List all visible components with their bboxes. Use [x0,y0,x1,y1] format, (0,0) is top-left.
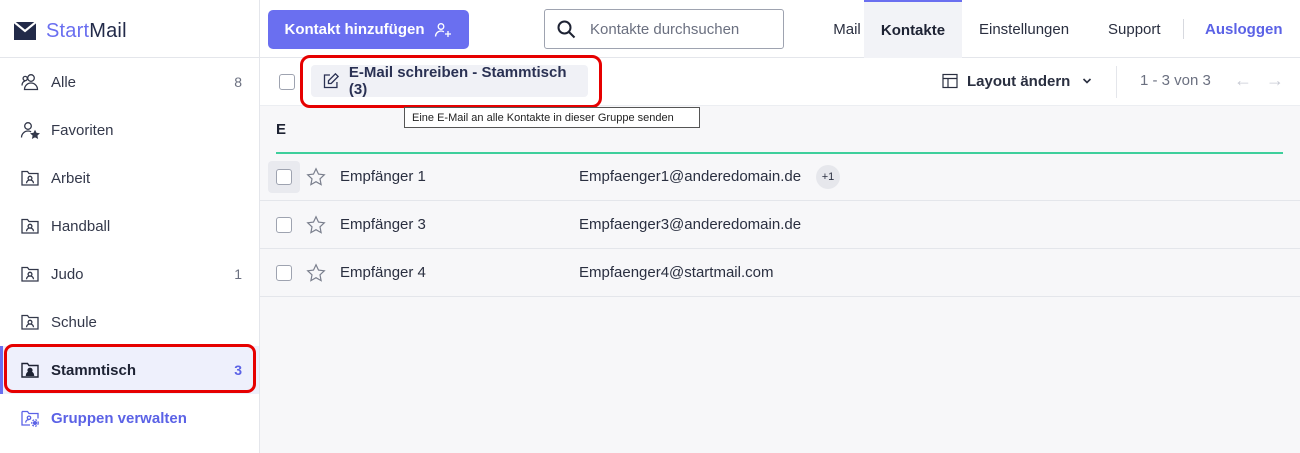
nav-settings[interactable]: Einstellungen [979,0,1074,58]
email-group-label: E-Mail schreiben - Stammtisch (3) [348,64,567,98]
contact-list: E Empfänger 1 Empfaenger1@anderedomain.d… [260,106,1300,453]
search-icon [557,20,576,39]
sidebar-item-label: Arbeit [51,169,91,187]
group-list: Alle 8 Favoriten Arbeit Handball Judo 1 … [0,58,259,442]
nav-divider [1183,19,1184,39]
compose-icon [323,72,340,89]
contact-folder-icon [20,312,40,332]
contact-rows: Empfänger 1 Empfaenger1@anderedomain.de … [260,153,1300,297]
sidebar-item-arbeit[interactable]: Arbeit [0,154,259,202]
toolbar-divider [1116,66,1117,98]
contact-email: Empfaenger4@startmail.com [579,264,774,281]
sidebar-item-label: Stammtisch [51,361,137,379]
sidebar-item-count: 8 [234,74,242,90]
next-page-icon[interactable]: → [1266,70,1284,91]
contact-folder-icon [20,264,40,284]
search-input[interactable] [590,20,770,38]
row-checkbox[interactable] [276,169,292,185]
contact-folder-icon [20,216,40,236]
row-checkbox-wrap[interactable] [268,161,300,193]
sidebar-item-label: Schule [51,313,97,331]
sidebar-item-label: Favoriten [51,121,114,139]
chevron-down-icon [1083,78,1092,84]
search-box[interactable] [544,9,784,49]
sidebar: StartMail Alle 8 Favoriten Arbeit Handba… [0,0,260,453]
contact-folder-icon [20,168,40,188]
extra-email-badge[interactable]: +1 [816,165,840,189]
add-contact-label: Kontakt hinzufügen [284,21,425,38]
select-all-checkbox[interactable] [279,74,295,90]
pagination-info: 1 - 3 von 3 [1140,72,1211,89]
sidebar-item-judo[interactable]: Judo 1 [0,250,259,298]
add-user-icon [435,22,452,37]
table-row[interactable]: Empfänger 1 Empfaenger1@anderedomain.de … [260,153,1300,201]
star-icon[interactable] [306,215,326,235]
table-row[interactable]: Empfänger 3 Empfaenger3@anderedomain.de [260,201,1300,249]
row-checkbox[interactable] [276,265,292,281]
row-checkbox[interactable] [276,217,292,233]
sidebar-item-count: 1 [234,266,242,282]
email-group-button[interactable]: E-Mail schreiben - Stammtisch (3) [311,64,588,98]
prev-page-icon[interactable]: ← [1234,70,1252,91]
star-icon[interactable] [306,263,326,283]
row-checkbox-wrap[interactable] [268,257,300,289]
users-icon [20,72,40,92]
top-bar: Kontakt hinzufügen Mail Kontakte Einstel… [260,0,1300,58]
email-group-tooltip: Eine E-Mail an alle Kontakte in dieser G… [404,107,700,128]
contact-name: Empfänger 1 [340,168,426,185]
sidebar-item-schule[interactable]: Schule [0,298,259,346]
table-row[interactable]: Empfänger 4 Empfaenger4@startmail.com [260,249,1300,297]
add-contact-button[interactable]: Kontakt hinzufügen [268,10,469,49]
logo-text: StartMail [46,19,127,42]
startmail-logo[interactable]: StartMail [14,18,127,44]
sidebar-item-stammtisch[interactable]: Stammtisch 3 [0,346,259,394]
contact-folder-gear-icon [20,408,40,428]
logout-link[interactable]: Ausloggen [1205,0,1285,58]
sidebar-item-label: Alle [51,73,77,91]
group-letter-heading: E [276,121,287,138]
contact-name: Empfänger 4 [340,264,426,281]
envelope-logo-icon [14,22,36,40]
change-layout-label: Layout ändern [967,72,1071,90]
contact-email: Empfaenger3@anderedomain.de [579,216,802,233]
nav-support[interactable]: Support [1108,0,1168,58]
contact-folder-filled-icon [20,360,40,380]
sidebar-item-label: Handball [51,217,111,235]
list-toolbar: E-Mail schreiben - Stammtisch (3) Layout… [260,58,1300,106]
contact-email: Empfaenger1@anderedomain.de [579,168,802,185]
sidebar-item-alle[interactable]: Alle 8 [0,58,259,106]
change-layout-button[interactable]: Layout ändern [942,58,1092,104]
sidebar-item-favoriten[interactable]: Favoriten [0,106,259,154]
star-icon[interactable] [306,167,326,187]
nav-contacts[interactable]: Kontakte [864,0,962,58]
sidebar-item-count: 3 [234,362,242,378]
row-checkbox-wrap[interactable] [268,209,300,241]
manage-groups-label: Gruppen verwalten [51,409,187,427]
sidebar-item-handball[interactable]: Handball [0,202,259,250]
contact-name: Empfänger 3 [340,216,426,233]
sidebar-item-label: Judo [51,265,84,283]
user-star-icon [20,120,40,140]
layout-icon [942,73,958,89]
manage-groups-link[interactable]: Gruppen verwalten [0,394,259,442]
